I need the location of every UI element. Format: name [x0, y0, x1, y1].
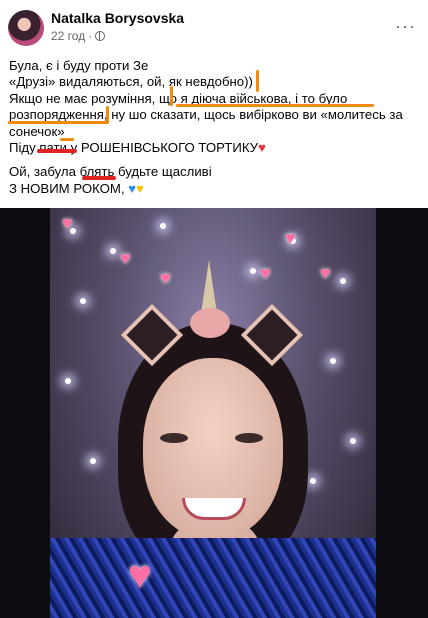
fairy-light — [65, 378, 71, 384]
post-line: З НОВИМ РОКОМ, ♥♥ — [9, 181, 419, 197]
post-text-segment: Піду — [9, 140, 36, 156]
highlight-mark — [176, 104, 374, 107]
globe-icon — [95, 31, 106, 41]
meta-separator: · — [88, 29, 93, 43]
post-text-segment: З НОВИМ РОКОМ, — [9, 180, 125, 196]
post-text-segment: будьте щасливі — [118, 164, 212, 180]
highlight-mark — [60, 138, 74, 141]
post-text-segment: РОШЕНІВСЬКОГО ТОРТИКУ — [80, 140, 259, 156]
heart-sticker: ♥ — [160, 268, 171, 288]
strike-mark — [37, 149, 77, 153]
post-time[interactable]: 22 год — [51, 29, 85, 43]
eye — [235, 433, 263, 443]
fairy-light — [250, 268, 256, 274]
fairy-light — [80, 298, 86, 304]
fairy-light — [340, 278, 346, 284]
post-text-segment: Ой, забула — [9, 164, 76, 180]
heart-sticker: ♥ — [120, 248, 131, 268]
heart-sticker: ♥ — [62, 213, 73, 233]
post-meta: 22 год · — [51, 29, 106, 43]
flower-decoration — [190, 308, 230, 338]
fairy-light — [330, 358, 336, 364]
highlight-mark — [170, 86, 173, 106]
fairy-light — [310, 478, 316, 484]
fairy-light — [110, 248, 116, 254]
heart-sticker: ♥ — [128, 553, 152, 597]
fairy-light — [350, 438, 356, 444]
highlight-mark — [256, 70, 259, 92]
more-options-icon[interactable]: ··· — [395, 16, 416, 37]
highlight-mark — [106, 106, 109, 124]
post-line: «Друзі» видаляються, ой, як невдобно)) — [9, 74, 253, 90]
heart-sticker: ♥ — [285, 228, 296, 248]
post-line: Була, є і буду проти Зе — [9, 58, 149, 73]
heart-sticker: ♥ — [320, 263, 331, 283]
blue-heart-icon: ♥ — [128, 180, 137, 196]
post-text: Була, є і буду проти Зе «Друзі» видаляют… — [9, 58, 419, 197]
post-line: Ой, забула блять будьте щасливі — [9, 164, 419, 180]
highlight-mark — [8, 121, 108, 124]
heart-sticker: ♥ — [260, 263, 271, 283]
tinsel-garland — [50, 538, 376, 618]
fairy-light — [90, 458, 96, 464]
eye — [160, 433, 188, 443]
photo-content: ♥ ♥ ♥ ♥ ♥ ♥ ♥ — [50, 208, 376, 618]
post-photo[interactable]: ♥ ♥ ♥ ♥ ♥ ♥ ♥ — [0, 208, 428, 618]
red-heart-icon: ♥ — [258, 140, 266, 156]
post-header: Natalka Borysovska 22 год · ··· — [0, 0, 428, 50]
yellow-heart-icon: ♥ — [136, 180, 144, 196]
fairy-light — [160, 223, 166, 229]
strike-mark — [82, 176, 116, 180]
author-name[interactable]: Natalka Borysovska — [51, 10, 184, 26]
avatar[interactable] — [8, 10, 44, 46]
